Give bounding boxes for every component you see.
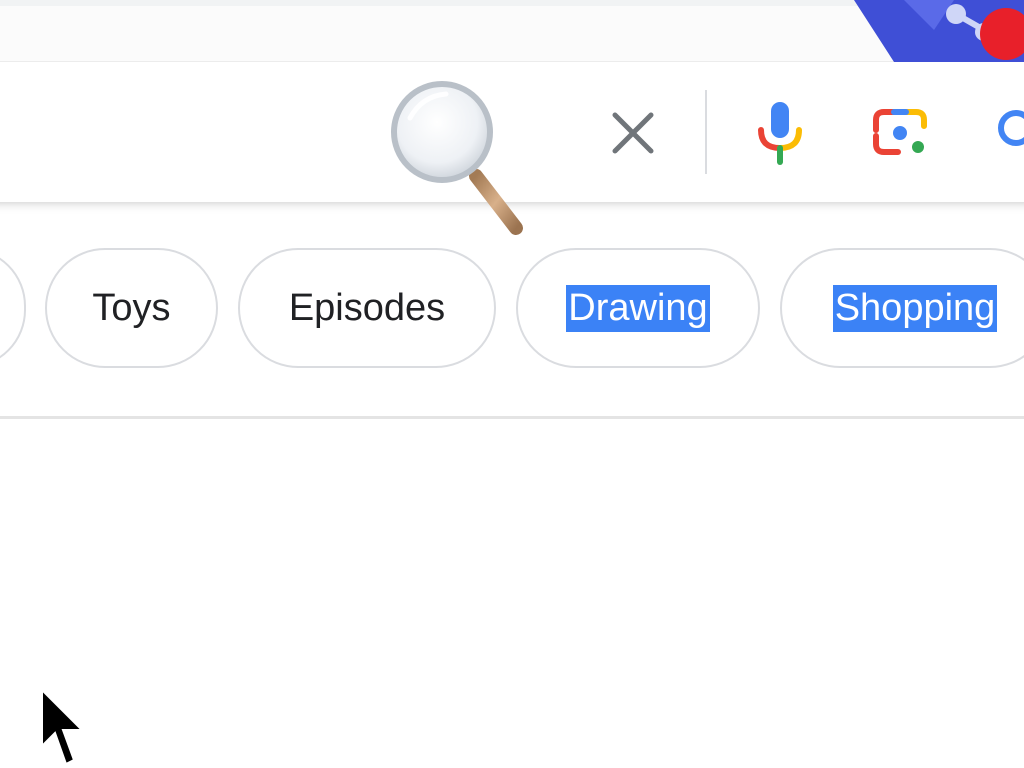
clear-search-button[interactable] (604, 104, 662, 162)
browser-viewport: Toys Episodes Drawing Shopping (0, 0, 1024, 768)
profile-avatar[interactable] (834, 0, 1024, 62)
chip-drawing[interactable]: Drawing (516, 248, 760, 368)
address-bar-area[interactable] (0, 6, 900, 62)
search-filter-chips: Toys Episodes Drawing Shopping (0, 248, 1024, 370)
chip-label: Episodes (288, 286, 446, 329)
search-icon (998, 110, 1024, 146)
search-by-image-button[interactable] (868, 100, 932, 164)
microphone-icon (758, 102, 802, 165)
chip-shopping[interactable]: Shopping (780, 248, 1024, 368)
search-button[interactable] (988, 100, 1024, 164)
mouse-pointer-icon (40, 687, 90, 768)
chip-episodes[interactable]: Episodes (238, 248, 496, 368)
chip-label: Drawing (566, 284, 710, 332)
close-icon (612, 112, 654, 154)
camera-lens-icon (873, 109, 927, 155)
chip-toys[interactable]: Toys (45, 248, 218, 368)
browser-top-bar (0, 0, 1024, 62)
chip-label: Toys (92, 286, 171, 329)
chip-label: Shopping (832, 284, 998, 332)
search-bar-divider (705, 90, 707, 174)
tabs-divider (0, 416, 1024, 419)
voice-search-button[interactable] (752, 100, 808, 166)
chip-previous[interactable] (0, 248, 26, 368)
